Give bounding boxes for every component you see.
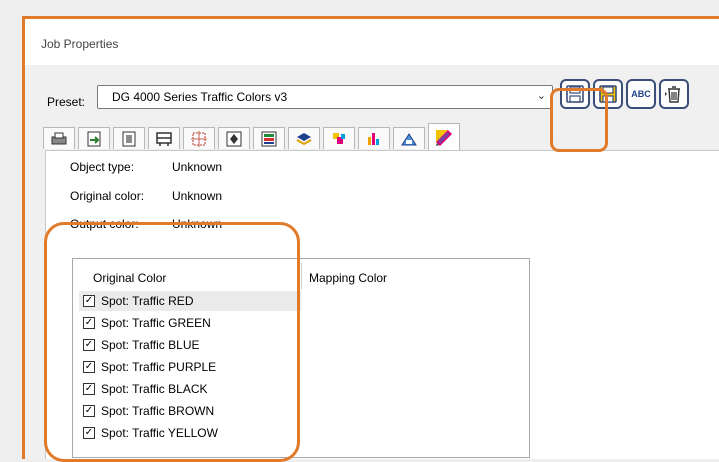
chevron-down-icon[interactable]: ⌄ [537, 89, 546, 102]
window-title: Job Properties [41, 37, 119, 51]
original-color-value: Unknown [172, 189, 223, 203]
rename-preset-button[interactable]: ABC [626, 79, 656, 109]
tab-profile[interactable] [288, 127, 320, 149]
page-arrow-icon [87, 131, 101, 146]
title-bar: Job Properties [25, 19, 719, 65]
channels-icon [368, 132, 379, 145]
media-icon [156, 131, 172, 146]
color-bars-icon [261, 131, 277, 146]
tab-media[interactable] [148, 127, 180, 149]
transform-icon [226, 131, 242, 146]
tab-channels[interactable] [358, 127, 390, 149]
color-pen-icon [436, 129, 452, 146]
delete-preset-button[interactable] [659, 79, 689, 109]
crop-marks-icon [191, 130, 207, 147]
tab-transform[interactable] [218, 127, 250, 149]
object-type-value: Unknown [172, 160, 223, 174]
tab-print-mode[interactable] [393, 127, 425, 149]
object-type-label: Object type: [70, 160, 135, 174]
column-header-mapping-color[interactable]: Mapping Color [309, 271, 387, 285]
tab-image[interactable] [113, 127, 145, 149]
layers-icon [296, 132, 312, 145]
print-mode-icon [401, 132, 417, 145]
list-highlight-annotation [44, 222, 300, 462]
preset-dropdown[interactable]: DG 4000 Series Traffic Colors v3 ⌄ [97, 85, 553, 109]
tab-color-mapping[interactable] [428, 123, 460, 151]
printer-icon [51, 132, 67, 144]
tab-layout[interactable] [78, 127, 110, 149]
preset-value: DG 4000 Series Traffic Colors v3 [112, 90, 288, 104]
tab-color[interactable] [253, 127, 285, 149]
spot-color-icon [333, 132, 345, 144]
image-icon [122, 131, 136, 146]
tab-marks[interactable] [183, 127, 215, 149]
abc-icon: ABC [631, 89, 651, 99]
tab-printer[interactable] [43, 127, 75, 149]
column-divider[interactable] [301, 263, 302, 289]
tab-highlight-annotation [550, 88, 608, 152]
original-color-label: Original color: [70, 189, 145, 203]
preset-label: Preset: [47, 95, 86, 109]
trash-icon [665, 86, 680, 103]
tab-spot[interactable] [323, 127, 355, 149]
